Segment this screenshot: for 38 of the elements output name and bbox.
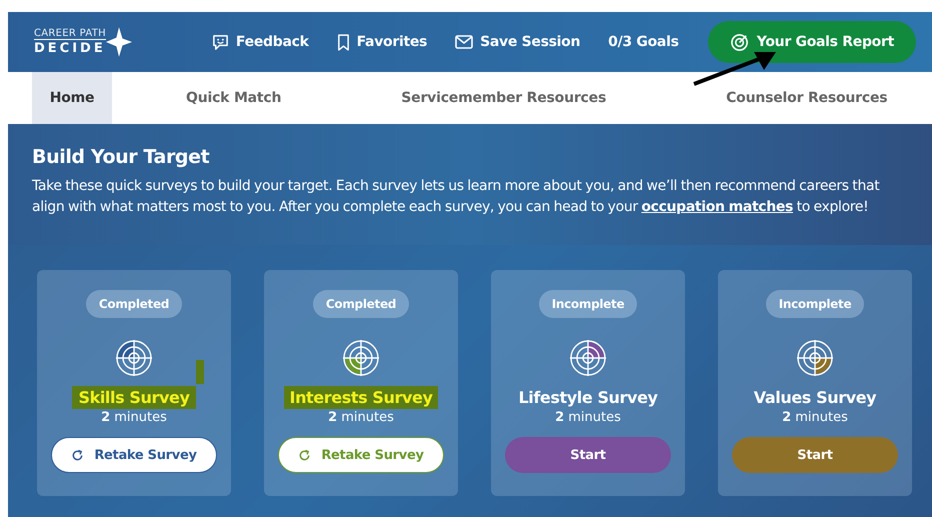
star-logo-icon (106, 27, 132, 57)
intro-paragraph: Take these quick surveys to build your target. Each survey lets us learn more about you, and we’ll then recommend careers that align with what matters most to you. After you complete each survey, you can head to your occupation matches to explore! (32, 177, 880, 217)
refresh-icon (71, 448, 84, 462)
duration-text: 2 minutes (328, 410, 394, 425)
start-button[interactable]: Start (505, 437, 671, 473)
bookmark-icon (336, 34, 350, 50)
chat-icon (212, 34, 229, 50)
refresh-icon (298, 448, 312, 462)
duration-text: 2 minutes (101, 410, 167, 425)
header-link[interactable]: Feedback (212, 34, 309, 50)
survey-title: Interests Survey (284, 386, 438, 409)
retake-survey-button[interactable]: Retake Survey (51, 437, 217, 473)
section-heading: Build Your Target (32, 146, 210, 168)
nav-tab[interactable]: Counselor Resources (726, 72, 888, 124)
duration-text: 2 minutes (555, 410, 621, 425)
logo-text: DECIDE (34, 39, 106, 56)
duration-text: 2 minutes (782, 410, 848, 425)
highlight-mark (196, 360, 204, 384)
status-badge: Completed (312, 290, 410, 318)
nav-tab[interactable]: Quick Match (186, 72, 282, 124)
start-button[interactable]: Start (732, 437, 898, 473)
nav-tab[interactable]: Home (32, 72, 112, 124)
header-link[interactable]: 0/3 Goals (608, 34, 679, 50)
retake-survey-button[interactable]: Retake Survey (278, 437, 444, 473)
header-link[interactable]: Favorites (336, 34, 428, 50)
occupation-matches-link[interactable]: occupation matches (641, 199, 793, 215)
survey-title: Values Survey (752, 387, 878, 409)
logo-text: CAREER PATH (34, 28, 106, 39)
status-badge: Completed (86, 290, 182, 318)
status-badge: Incomplete (538, 290, 638, 318)
survey-title: Skills Survey (72, 386, 196, 409)
nav-tab[interactable]: Servicemember Resources (401, 72, 606, 124)
status-badge: Incomplete (766, 290, 864, 318)
survey-title: Lifestyle Survey (517, 387, 659, 409)
target-icon (730, 32, 749, 52)
goals-report-button[interactable]: Your Goals Report (708, 21, 916, 63)
envelope-icon (455, 35, 474, 49)
header-link[interactable]: Save Session (455, 34, 580, 50)
